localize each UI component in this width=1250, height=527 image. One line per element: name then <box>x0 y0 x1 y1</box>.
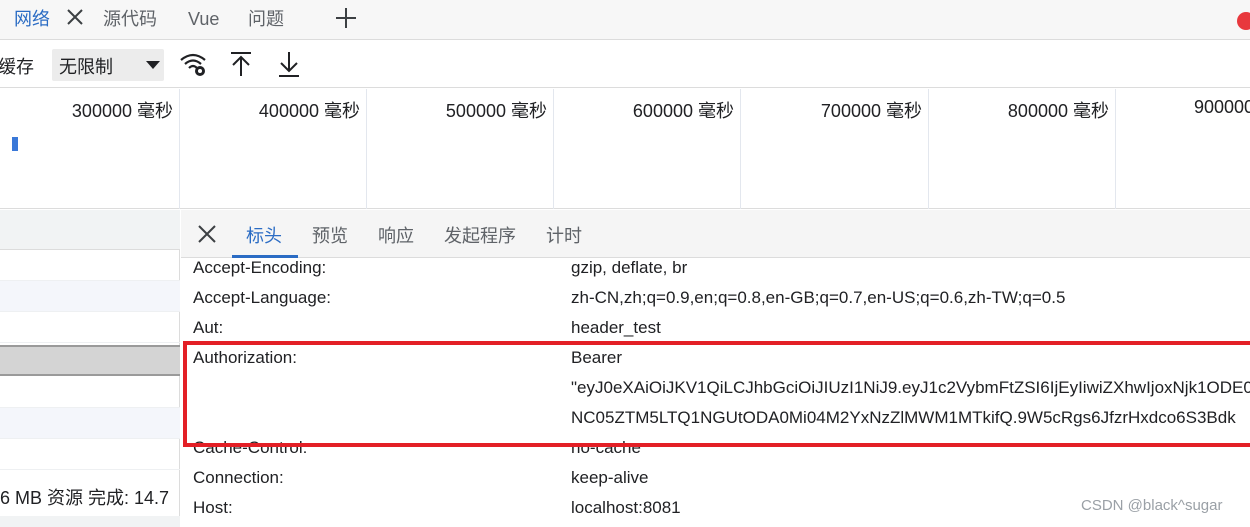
header-value: localhost:8081 <box>571 498 681 517</box>
tab-timing[interactable]: 计时 <box>546 222 582 248</box>
header-name: Accept-Encoding: <box>193 258 327 277</box>
header-value: zh-CN,zh;q=0.9,en;q=0.8,en-GB;q=0.7,en-U… <box>571 288 1066 307</box>
timeline-tick: 300000 毫秒 <box>0 89 180 209</box>
timeline-tick: 700000 毫秒 <box>741 89 929 209</box>
header-value: gzip, deflate, br <box>571 258 688 277</box>
tab-issues[interactable]: 问题 <box>248 0 284 40</box>
table-row-selected[interactable] <box>0 345 180 376</box>
tab-preview[interactable]: 预览 <box>312 222 348 248</box>
timeline-tick-label: 700000 毫秒 <box>820 101 922 121</box>
status-summary: 6 MB 资源 完成: 14.7 <box>0 488 170 508</box>
header-name: Aut: <box>193 318 224 337</box>
table-row[interactable] <box>0 439 180 470</box>
table-row[interactable] <box>0 408 180 439</box>
upload-icon[interactable] <box>226 49 256 79</box>
timeline-tick-label: 900000 <box>1194 97 1250 117</box>
header-name: Host: <box>193 498 233 517</box>
network-conditions-icon[interactable] <box>178 49 208 79</box>
error-badge-icon[interactable] <box>1237 12 1250 30</box>
tab-vue-label: Vue <box>188 9 220 29</box>
tab-initiator[interactable]: 发起程序 <box>444 222 516 248</box>
timeline-request-bar <box>12 137 18 151</box>
disable-cache-label[interactable]: 缓存 <box>0 53 34 79</box>
devtools-tab-bar: 网络 源代码 Vue 问题 <box>0 0 1250 40</box>
request-list: 6 MB 资源 完成: 14.7 <box>0 210 180 527</box>
tab-issues-label: 问题 <box>248 9 284 29</box>
header-name: Connection: <box>193 468 284 487</box>
timeline-tick: 800000 毫秒 <box>929 89 1116 209</box>
request-detail-panel: 标头 预览 响应 发起程序 计时 Accept-Encoding: gzip, … <box>181 210 1250 527</box>
timeline-tick-label: 300000 毫秒 <box>71 101 173 121</box>
table-row[interactable] <box>0 312 180 343</box>
network-toolbar: 缓存 无限制 <box>0 41 1250 88</box>
timeline-tick: 400000 毫秒 <box>180 89 367 209</box>
tab-response[interactable]: 响应 <box>378 222 414 248</box>
header-value-continued: "eyJ0eXAiOiJKV1QiLCJhbGciOiJIUzI1NiJ9.ey… <box>571 378 1250 397</box>
timeline-tick-label: 500000 毫秒 <box>445 101 547 121</box>
watermark: CSDN @black^sugar <box>1081 497 1223 514</box>
header-value-continued: NC05ZTM5LTQ1NGUtODA0Mi04M2YxNzZlMWM1MTki… <box>571 408 1236 427</box>
table-row[interactable] <box>0 250 180 281</box>
timeline-overview[interactable]: 300000 毫秒 400000 毫秒 500000 毫秒 600000 毫秒 … <box>0 89 1250 209</box>
request-list-header <box>0 210 180 250</box>
tab-network-label: 网络 <box>14 9 50 29</box>
plus-icon[interactable] <box>334 6 358 30</box>
download-icon[interactable] <box>274 49 304 79</box>
header-value: Bearer <box>571 348 623 367</box>
timeline-tick-label: 600000 毫秒 <box>632 101 734 121</box>
throttle-select[interactable]: 无限制 <box>52 49 164 81</box>
header-name: Authorization: <box>193 348 297 367</box>
timeline-tick-label: 400000 毫秒 <box>258 101 360 121</box>
chevron-down-icon <box>146 61 160 69</box>
header-value: header_test <box>571 318 661 337</box>
timeline-tick: 600000 毫秒 <box>554 89 741 209</box>
timeline-tick: 500000 毫秒 <box>367 89 554 209</box>
tab-vue[interactable]: Vue <box>188 0 219 40</box>
table-row[interactable] <box>0 377 180 408</box>
tab-sources-label: 源代码 <box>103 9 157 29</box>
tab-sources[interactable]: 源代码 <box>103 0 157 40</box>
header-value: no-cache <box>571 438 641 457</box>
close-icon[interactable] <box>195 222 219 246</box>
detail-tab-bar: 标头 预览 响应 发起程序 计时 <box>181 210 1250 258</box>
table-row[interactable] <box>0 281 180 312</box>
header-value: keep-alive <box>571 468 649 487</box>
header-name: Cache-Control: <box>193 438 308 457</box>
throttle-value: 无限制 <box>59 57 113 77</box>
tab-network[interactable]: 网络 <box>14 0 50 40</box>
header-name: Accept-Language: <box>193 288 331 307</box>
timeline-tick: 900000 <box>1116 89 1250 209</box>
close-icon[interactable] <box>64 6 86 28</box>
timeline-tick-label: 800000 毫秒 <box>1007 101 1109 121</box>
tab-headers[interactable]: 标头 <box>246 222 282 248</box>
status-bar <box>0 516 180 527</box>
